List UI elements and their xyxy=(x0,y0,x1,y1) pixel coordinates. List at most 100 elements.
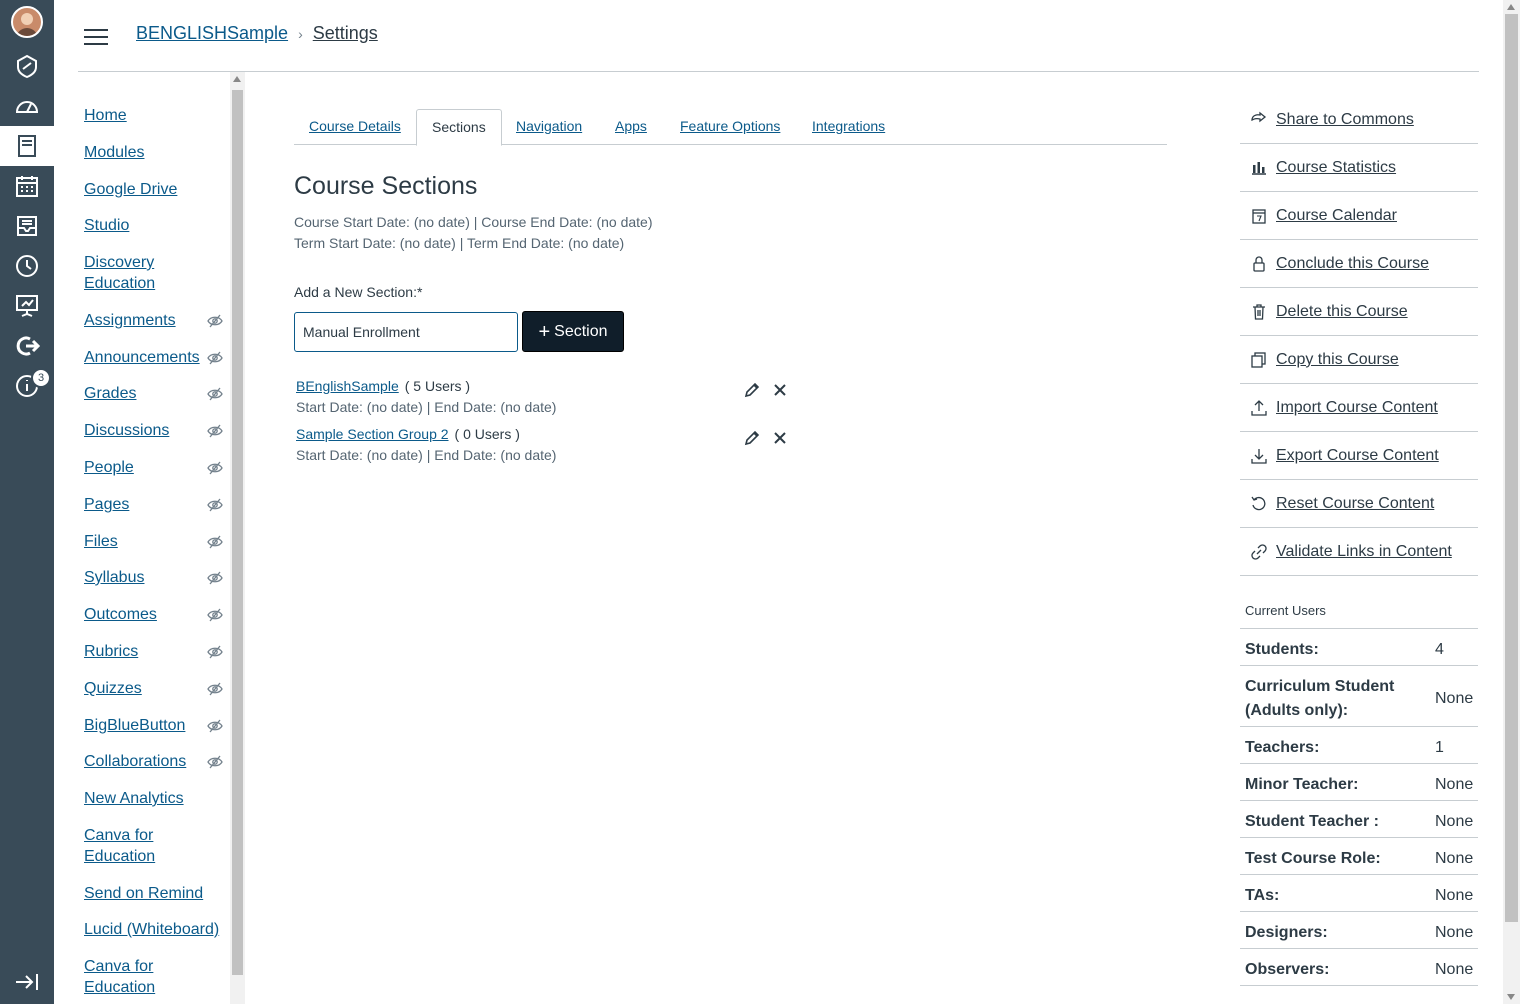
page-scroll-down-icon[interactable] xyxy=(1507,994,1515,1000)
header-divider xyxy=(78,71,1479,72)
logout-arrow-icon[interactable] xyxy=(0,326,54,366)
course-nav-link[interactable]: Canva for Education xyxy=(84,827,155,865)
hidden-eye-icon xyxy=(207,498,223,512)
course-nav-link[interactable]: Discovery Education xyxy=(84,254,155,292)
sidebar-action-link[interactable]: Delete this Course xyxy=(1276,303,1408,321)
sidebar-action[interactable]: Share to Commons xyxy=(1240,96,1478,144)
calendar-icon xyxy=(1250,207,1268,225)
course-nav-link[interactable]: Grades xyxy=(84,385,136,402)
account-avatar[interactable] xyxy=(0,2,54,42)
course-nav-item[interactable]: New Analytics xyxy=(84,788,230,809)
course-nav-item[interactable]: Send on Remind xyxy=(84,883,230,904)
tab-course-details-link[interactable]: Course Details xyxy=(309,118,401,134)
course-nav-link[interactable]: Assignments xyxy=(84,312,176,329)
course-nav-link[interactable]: Home xyxy=(84,107,127,124)
course-nav-link[interactable]: BigBlueButton xyxy=(84,717,185,734)
role-label: Minor Teacher: xyxy=(1245,776,1359,793)
hidden-eye-icon xyxy=(207,424,223,438)
course-nav-item[interactable]: Canva for Education xyxy=(84,825,164,867)
course-nav: Home Modules Google Drive Studio Discovery E… xyxy=(78,72,230,1004)
admin-icon[interactable] xyxy=(0,46,54,86)
tab-apps[interactable]: Apps xyxy=(600,109,662,145)
sidebar-action[interactable]: Course Statistics xyxy=(1240,144,1478,192)
course-nav-link[interactable]: Modules xyxy=(84,144,144,161)
tab-navigation[interactable]: Navigation xyxy=(501,109,597,145)
sidebar-action[interactable]: Validate Links in Content xyxy=(1240,528,1478,576)
edit-pencil-icon[interactable] xyxy=(743,381,761,399)
breadcrumb-current[interactable]: Settings xyxy=(313,23,378,44)
user-count-row: Designers: None xyxy=(1240,911,1478,948)
course-nav-link[interactable]: Outcomes xyxy=(84,606,157,623)
breadcrumb-course-link[interactable]: BENGLISHSample xyxy=(136,23,288,44)
sidebar-action[interactable]: Export Course Content xyxy=(1240,432,1478,480)
course-nav-link[interactable]: People xyxy=(84,459,134,476)
tab-sections[interactable]: Sections xyxy=(416,109,502,146)
sidebar-action-link[interactable]: Conclude this Course xyxy=(1276,255,1429,273)
sidebar-action-link[interactable]: Reset Course Content xyxy=(1276,495,1434,513)
sidebar-action-link[interactable]: Share to Commons xyxy=(1276,111,1414,129)
sidebar-action-link[interactable]: Copy this Course xyxy=(1276,351,1399,369)
course-nav-link[interactable]: Send on Remind xyxy=(84,885,203,902)
calendar-icon[interactable] xyxy=(0,166,54,206)
sidebar-action-link[interactable]: Validate Links in Content xyxy=(1276,543,1452,561)
inbox-icon[interactable] xyxy=(0,206,54,246)
scroll-up-arrow-icon[interactable] xyxy=(233,76,241,82)
tab-apps-link[interactable]: Apps xyxy=(615,118,647,134)
course-nav-link[interactable]: Quizzes xyxy=(84,680,142,697)
sidebar-action-link[interactable]: Export Course Content xyxy=(1276,447,1439,465)
tab-navigation-link[interactable]: Navigation xyxy=(516,118,582,134)
course-nav-item[interactable]: Home xyxy=(84,105,230,126)
delete-x-icon[interactable] xyxy=(771,381,789,399)
course-nav-link[interactable]: Discussions xyxy=(84,422,169,439)
sidebar-action-link[interactable]: Course Calendar xyxy=(1276,207,1397,225)
course-nav-link[interactable]: Google Drive xyxy=(84,181,177,198)
page-scroll-up-icon[interactable] xyxy=(1507,4,1515,10)
edit-pencil-icon[interactable] xyxy=(743,429,761,447)
course-nav-item[interactable]: Google Drive xyxy=(84,179,230,200)
course-nav-link[interactable]: Lucid (Whiteboard) xyxy=(84,921,219,938)
course-nav-link[interactable]: Rubrics xyxy=(84,643,138,660)
tab-feature-options[interactable]: Feature Options xyxy=(665,109,795,145)
sidebar-action[interactable]: Copy this Course xyxy=(1240,336,1478,384)
course-nav-item[interactable]: Modules xyxy=(84,142,230,163)
tab-course-details[interactable]: Course Details xyxy=(294,109,416,145)
course-nav-link[interactable]: Canva for Education xyxy=(84,958,155,996)
course-nav-item[interactable]: Discovery Education xyxy=(84,252,164,294)
tab-feature-options-link[interactable]: Feature Options xyxy=(680,118,780,134)
sidebar-action[interactable]: Conclude this Course xyxy=(1240,240,1478,288)
course-nav-scroll-thumb[interactable] xyxy=(232,90,243,975)
course-nav-link[interactable]: Syllabus xyxy=(84,569,144,586)
course-nav-link[interactable]: Studio xyxy=(84,217,129,234)
section-name-input[interactable] xyxy=(294,312,518,352)
sidebar-action-link[interactable]: Course Statistics xyxy=(1276,159,1396,177)
role-label: TAs: xyxy=(1245,887,1280,904)
section-link[interactable]: Sample Section Group 2 xyxy=(296,426,449,442)
add-section-button[interactable]: + Section xyxy=(522,311,624,352)
sidebar-action[interactable]: Reset Course Content xyxy=(1240,480,1478,528)
course-nav-item[interactable]: Lucid (Whiteboard) xyxy=(84,919,230,940)
course-nav-link[interactable]: Announcements xyxy=(84,349,200,366)
hamburger-menu-icon[interactable] xyxy=(84,27,108,47)
tab-integrations[interactable]: Integrations xyxy=(797,109,900,145)
dashboard-icon[interactable] xyxy=(0,86,54,126)
course-nav-link[interactable]: Collaborations xyxy=(84,753,186,770)
course-nav-item[interactable]: Canva for Education xyxy=(84,956,164,998)
collapse-nav-icon[interactable] xyxy=(0,962,54,1002)
page-scroll-thumb[interactable] xyxy=(1505,14,1518,922)
delete-x-icon[interactable] xyxy=(771,429,789,447)
sidebar-action[interactable]: Delete this Course xyxy=(1240,288,1478,336)
courses-icon[interactable] xyxy=(0,126,54,166)
sidebar-action[interactable]: Course Calendar xyxy=(1240,192,1478,240)
sidebar-action[interactable]: Import Course Content xyxy=(1240,384,1478,432)
course-nav-item[interactable]: Studio xyxy=(84,215,230,236)
course-nav-link[interactable]: Pages xyxy=(84,496,129,513)
role-count: None xyxy=(1435,690,1474,707)
tab-integrations-link[interactable]: Integrations xyxy=(812,118,885,134)
section-link[interactable]: BEnglishSample xyxy=(296,378,399,394)
course-nav-link[interactable]: Files xyxy=(84,533,118,550)
course-nav-link[interactable]: New Analytics xyxy=(84,790,184,807)
sidebar-action-link[interactable]: Import Course Content xyxy=(1276,399,1438,417)
history-icon[interactable] xyxy=(0,246,54,286)
studio-icon[interactable] xyxy=(0,286,54,326)
hidden-eye-icon xyxy=(207,645,223,659)
